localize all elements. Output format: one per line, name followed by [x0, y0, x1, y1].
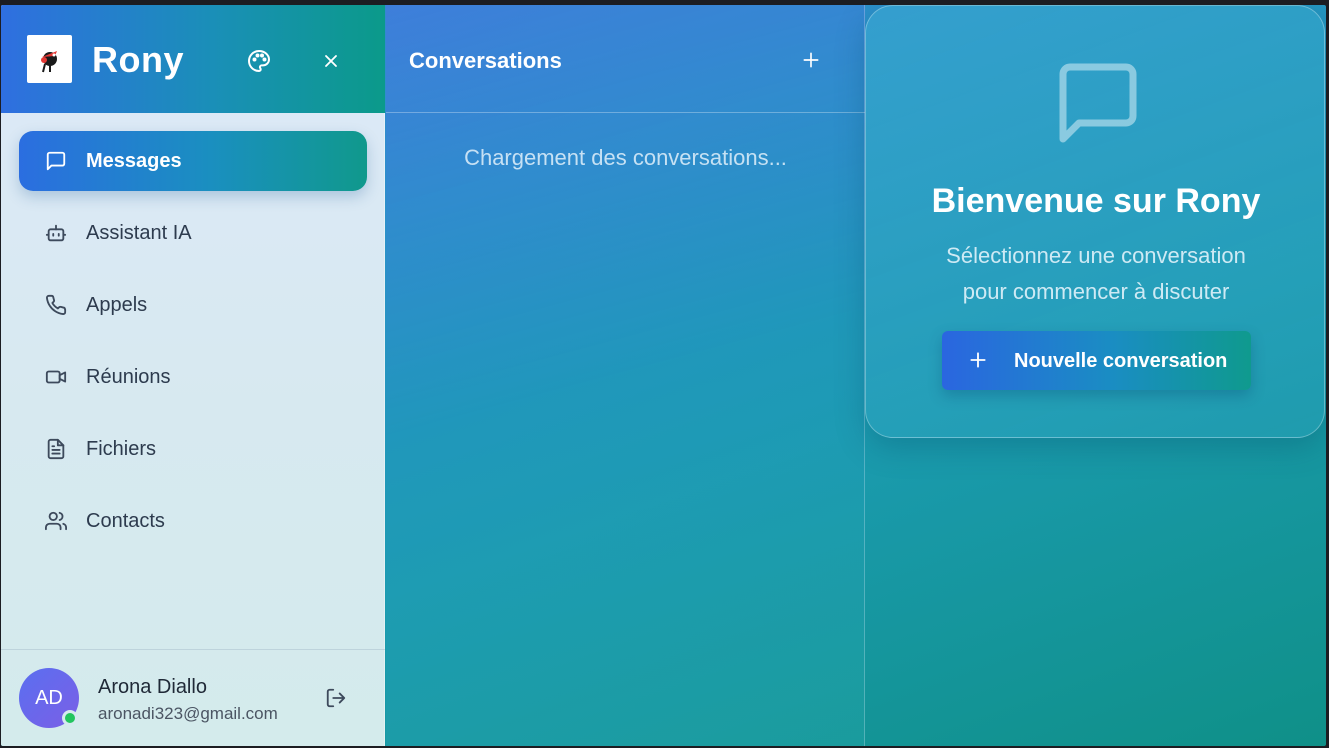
toucan-logo-icon	[40, 51, 57, 73]
sidebar-item-label: Réunions	[86, 366, 171, 388]
welcome-subtitle-line: Sélectionnez une conversation	[946, 243, 1246, 268]
conversations-header: Conversations	[386, 5, 865, 113]
welcome-subtitle: Sélectionnez une conversation pour comme…	[866, 238, 1326, 310]
users-icon	[44, 509, 68, 533]
conversations-title: Conversations	[409, 48, 562, 73]
sidebar-item-appels[interactable]: Appels	[19, 275, 367, 335]
plus-icon	[803, 52, 819, 68]
bot-icon	[44, 221, 68, 245]
video-icon	[44, 365, 68, 389]
app-window: Rony Messages Assistant IA Appels Réunio…	[1, 5, 1326, 746]
loading-text: Chargement des conversations...	[464, 145, 787, 170]
sidebar-item-label: Fichiers	[86, 438, 157, 460]
sidebar-divider	[1, 649, 385, 650]
phone-icon	[44, 293, 68, 317]
sidebar-item-label: Contacts	[86, 510, 165, 532]
sidebar-header: Rony	[1, 5, 385, 113]
welcome-subtitle-line: pour commencer à discuter	[962, 279, 1230, 304]
sidebar-item-label: Messages	[86, 150, 182, 172]
conversations-panel: Conversations Chargement des conversatio…	[386, 5, 865, 746]
new-conversation-button[interactable]: Nouvelle conversation	[942, 331, 1251, 390]
welcome-title: Bienvenue sur Rony	[931, 182, 1261, 220]
palette-icon[interactable]	[246, 48, 272, 74]
sidebar-item-reunions[interactable]: Réunions	[19, 347, 367, 407]
new-conversation-label: Nouvelle conversation	[1014, 350, 1228, 372]
user-email: aronadi323@gmail.com	[98, 704, 278, 723]
sidebar-item-label: Assistant IA	[86, 222, 192, 244]
sidebar-item-messages[interactable]: Messages	[19, 131, 367, 191]
add-conversation-button[interactable]	[798, 47, 824, 73]
app-brand: Rony	[92, 39, 184, 80]
sidebar-item-fichiers[interactable]: Fichiers	[19, 419, 367, 479]
message-square-icon	[44, 149, 68, 173]
app-logo	[27, 35, 72, 83]
sidebar-nav: Messages Assistant IA Appels Réunions Fi…	[19, 131, 367, 563]
welcome-card: Bienvenue sur Rony Sélectionnez une conv…	[865, 5, 1325, 438]
sidebar-item-assistant-ia[interactable]: Assistant IA	[19, 203, 367, 263]
logout-icon[interactable]	[323, 685, 349, 711]
message-square-icon	[1059, 63, 1137, 143]
user-name: Arona Diallo	[98, 676, 207, 698]
sidebar-item-label: Appels	[86, 294, 148, 316]
plus-icon	[966, 348, 990, 372]
sidebar-item-contacts[interactable]: Contacts	[19, 491, 367, 551]
sidebar: Rony Messages Assistant IA Appels Réunio…	[1, 5, 385, 746]
close-icon[interactable]	[318, 48, 344, 74]
online-status-indicator	[62, 710, 78, 726]
file-text-icon	[44, 437, 68, 461]
